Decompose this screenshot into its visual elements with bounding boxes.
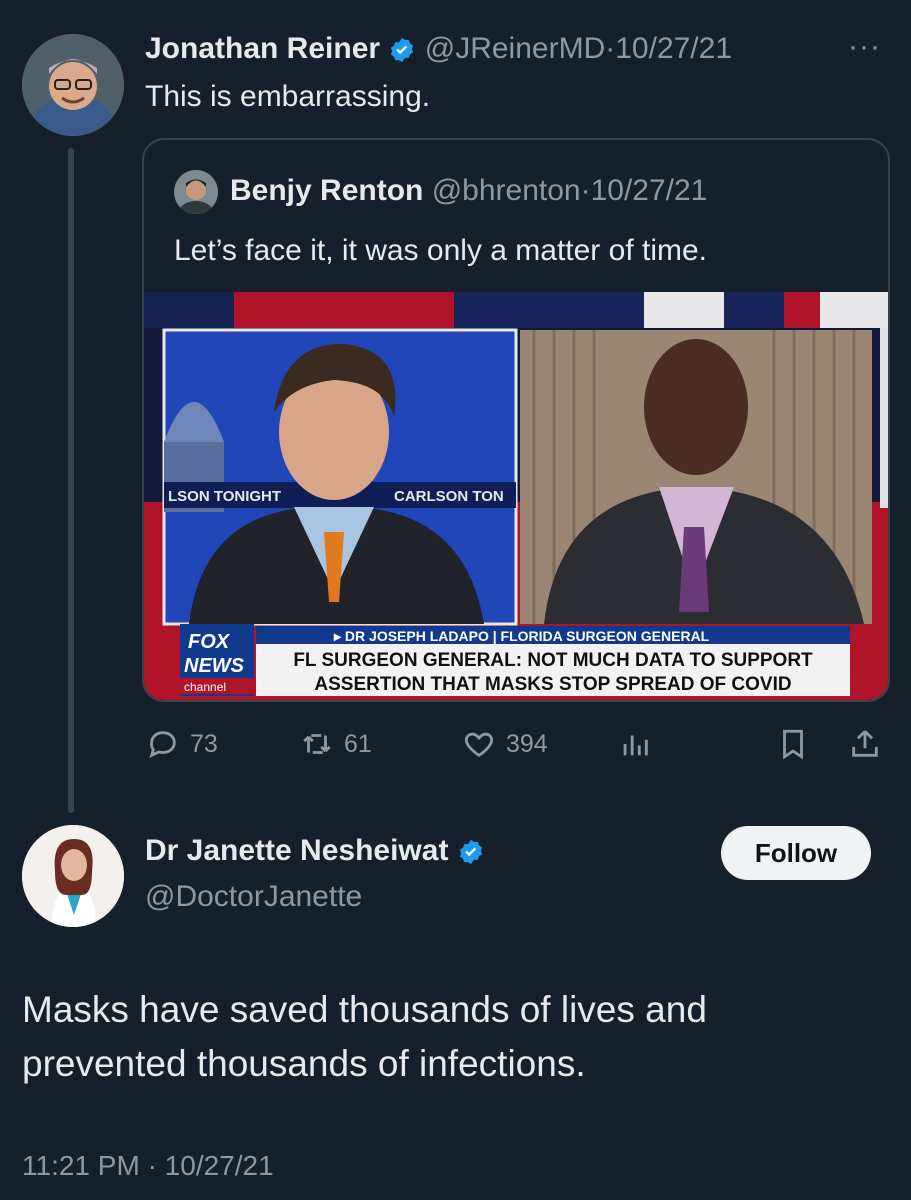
separator-dot: · <box>580 174 591 207</box>
separator-dot: · <box>605 32 616 65</box>
author-handle[interactable]: @JReinerMD <box>425 32 605 65</box>
reply-author-handle[interactable]: @DoctorJanette <box>145 880 362 914</box>
reply-button[interactable]: 73 <box>146 726 218 762</box>
tweet-text: This is embarrassing. <box>145 80 431 113</box>
analytics-icon <box>623 735 648 756</box>
banner-left-text: LSON TONIGHT <box>168 488 281 505</box>
quote-author-line: Benjy Renton @bhrenton·10/27/21 <box>230 174 707 208</box>
quote-author-name[interactable]: Benjy Renton <box>230 174 423 207</box>
separator-dot: · <box>147 1150 157 1181</box>
reply-date: 10/27/21 <box>164 1150 274 1181</box>
like-count: 394 <box>506 729 548 758</box>
bookmark-icon <box>783 729 803 760</box>
verified-badge-icon <box>391 37 414 63</box>
quote-text: Let’s face it, it was only a matter of t… <box>174 234 707 267</box>
network-logo-news: NEWS <box>184 655 245 677</box>
lower-third-name: ▸ DR JOSEPH LADAPO | FLORIDA SURGEON GEN… <box>333 628 710 644</box>
network-logo-fox: FOX <box>188 631 231 653</box>
headline-line-2: ASSERTION THAT MASKS STOP SPREAD OF COVI… <box>314 674 791 695</box>
network-logo-channel: channel <box>184 680 226 694</box>
quote-author-avatar[interactable] <box>174 170 218 214</box>
quoted-tweet[interactable]: Benjy Renton @bhrenton·10/27/21 Let’s fa… <box>142 138 890 702</box>
tweet-date[interactable]: 10/27/21 <box>615 32 732 65</box>
share-icon <box>852 730 878 757</box>
more-icon[interactable]: ··· <box>848 30 881 64</box>
retweet-icon <box>303 734 331 754</box>
heart-icon <box>464 732 494 758</box>
reply-timestamp[interactable]: 11:21 PM · 10/27/21 <box>22 1150 274 1182</box>
bookmark-button[interactable] <box>776 726 810 762</box>
retweet-count: 61 <box>344 729 372 758</box>
thread-line <box>68 148 74 813</box>
reply-text: Masks have saved thousands of lives and … <box>22 983 882 1091</box>
follow-button[interactable]: Follow <box>721 826 871 880</box>
author-name[interactable]: Jonathan Reiner <box>145 32 380 65</box>
views-button[interactable] <box>618 726 652 762</box>
reply-text-line-1: Masks have saved thousands of lives and <box>22 989 707 1030</box>
like-button[interactable]: 394 <box>462 726 548 762</box>
headline-line-1: FL SURGEON GENERAL: NOT MUCH DATA TO SUP… <box>293 650 813 671</box>
reply-text-line-2: prevented thousands of infections. <box>22 1043 586 1084</box>
reply-author-line: Dr Janette Nesheiwat <box>145 834 485 868</box>
reply-icon <box>149 731 176 758</box>
quote-media-image[interactable]: LSON TONIGHT CARLSON TON FOX NEWS channe… <box>144 292 888 700</box>
verified-badge-icon <box>459 839 482 865</box>
quote-date[interactable]: 10/27/21 <box>591 174 708 207</box>
banner-right-text: CARLSON TON <box>394 488 504 505</box>
quote-author-handle[interactable]: @bhrenton <box>432 174 581 207</box>
author-avatar[interactable] <box>22 34 124 136</box>
retweet-button[interactable]: 61 <box>300 726 372 762</box>
reply-count: 73 <box>190 729 218 758</box>
author-line: Jonathan Reiner @JReinerMD·10/27/21 <box>145 32 732 66</box>
reply-author-avatar[interactable] <box>22 825 124 927</box>
share-button[interactable] <box>848 726 882 762</box>
reply-time: 11:21 PM <box>22 1150 140 1181</box>
reply-author-name[interactable]: Dr Janette Nesheiwat <box>145 834 448 867</box>
